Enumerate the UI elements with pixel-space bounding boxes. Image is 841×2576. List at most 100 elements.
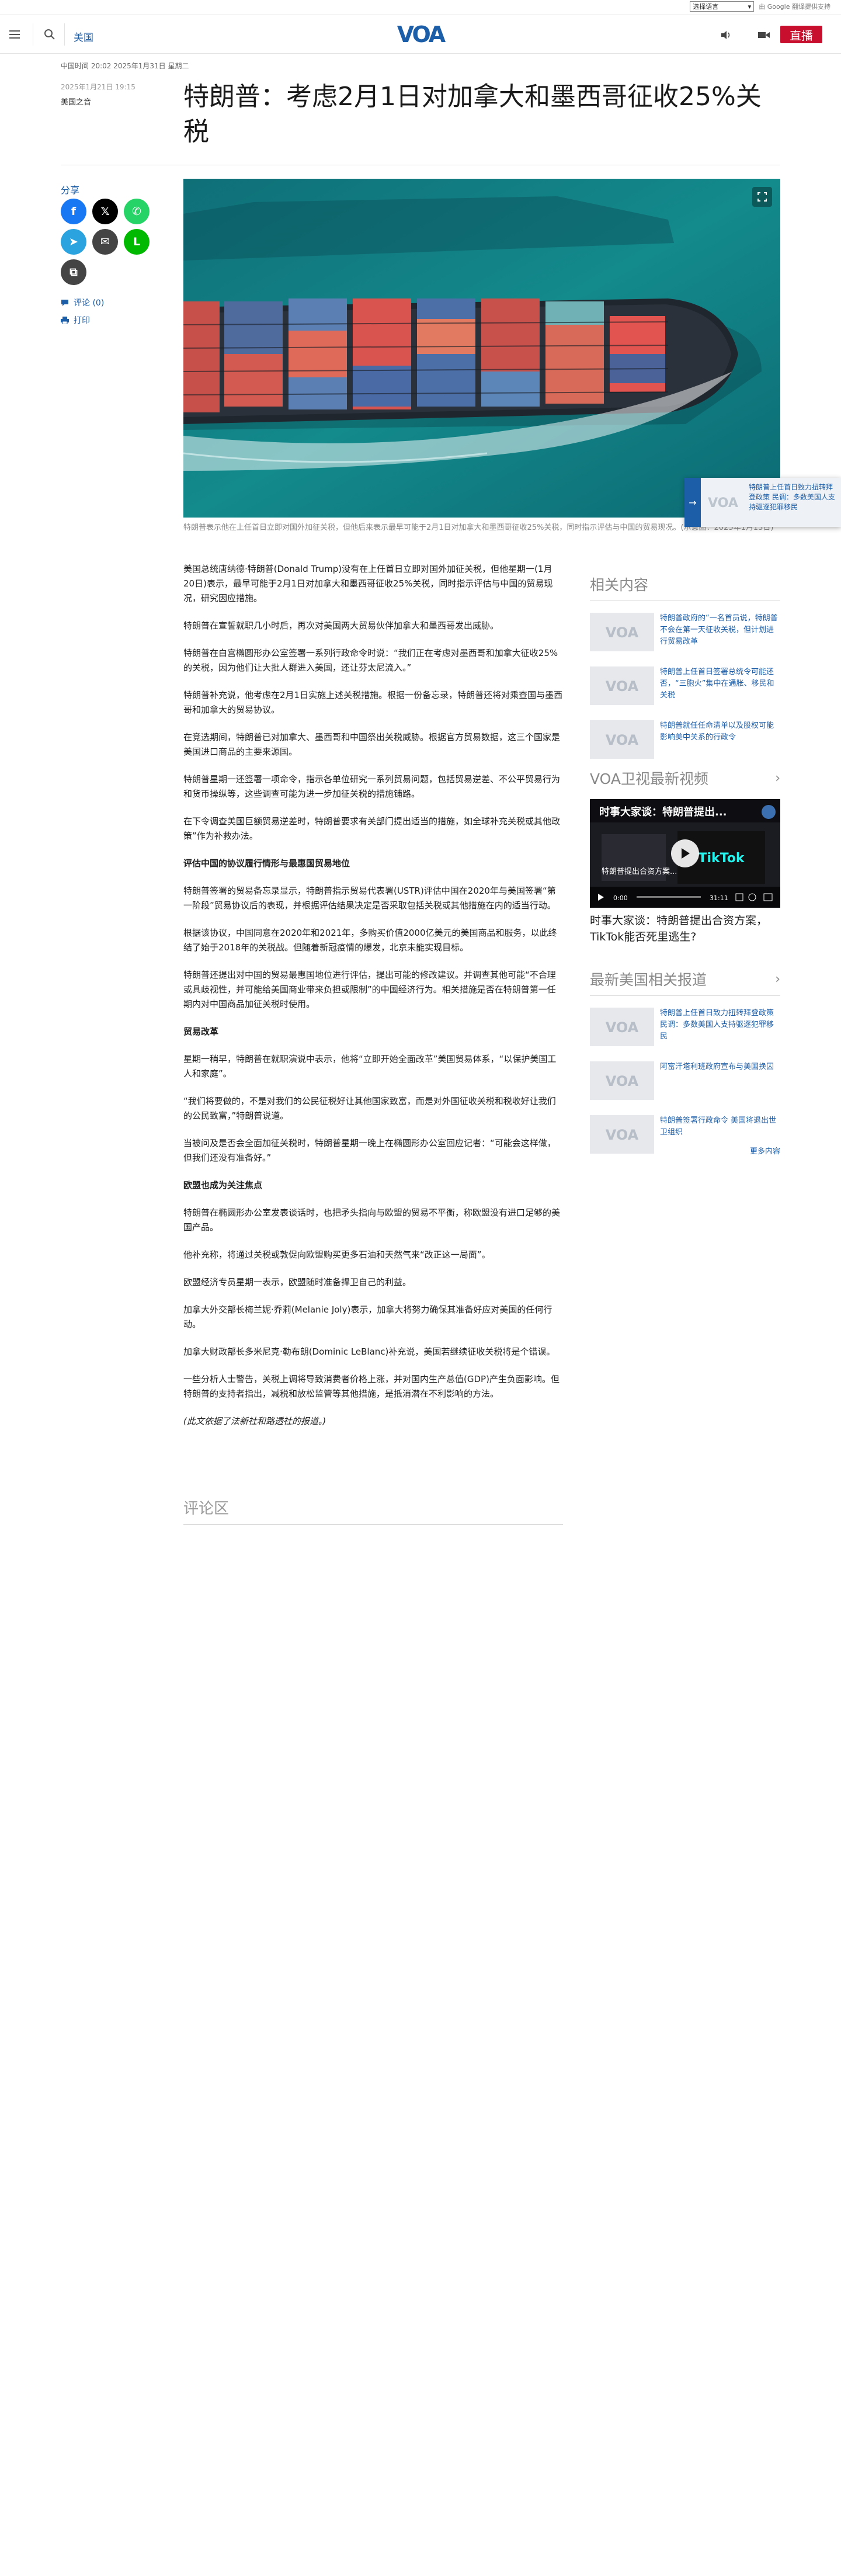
video-overlay-title: 时事大家谈：特朗普提出... [599,806,727,818]
telegram-share-button[interactable]: ➤ [61,229,86,255]
voa-thumbnail: VOA [590,666,654,705]
svg-text:VOA: VOA [606,678,639,695]
powered-by-google-translate: 由 Google 翻译提供支持 [759,3,830,11]
article-paragraph: 加拿大财政部长多米尼克·勒布朗(Dominic LeBlanc)补充说，美国若继… [183,1346,555,1357]
current-datetime: 中国时间 20:02 2025年1月31日 星期二 [61,62,189,70]
video-brand: TikTok [698,851,745,866]
language-area: 选择语言 ▾ 由 Google 翻译提供支持 [690,1,830,12]
related-item[interactable]: VOA 特朗普就任任命清单以及股权可能影响美中关系的行政令 [590,720,780,762]
floating-next-article-card[interactable]: → VOA 特朗普上任首日致力扭转拜登政策 民调：多数美国人支持驱逐犯罪移民 [684,478,841,527]
expand-image-button[interactable] [752,187,772,207]
article-author[interactable]: 美国之音 [61,96,91,107]
voa-thumbnail: VOA [590,720,654,759]
article-paragraph: 在下令调查美国巨额贸易逆差时，特朗普要求有关部门提出适当的措施，如全球补充关税或… [183,816,561,841]
related-item-title: 特朗普政府的“一名首员说，特朗普不会在第一天征收关税，但计划进行贸易改革 [660,614,778,646]
article-paragraph: 加拿大外交部长梅兰妮·乔莉(Melanie Joly)表示，加拿大将努力确保其准… [183,1304,552,1329]
related-item-title: 特朗普上任首日签署总统令可能还否，“三胞火”集中在通胀、移民和关税 [660,668,774,700]
print-link-label: 打印 [74,316,90,325]
svg-text:VOA: VOA [708,496,738,510]
live-button[interactable]: 直播 [780,26,822,43]
video-section-header[interactable]: VOA卫视最新视频 › [590,768,780,794]
article-paragraph: 特朗普签署的贸易备忘录显示，特朗普指示贸易代表署(USTR)评估中国在2020年… [183,886,556,911]
facebook-icon: f [71,205,77,218]
comments-link-label: 评论 (0) [74,298,105,308]
related-item[interactable]: VOA 特朗普政府的“一名首员说，特朗普不会在第一天征收关税，但计划进行贸易改革 [590,613,780,655]
voa-thumbnail: VOA [590,1008,654,1046]
latest-item[interactable]: VOA 特朗普上任首日致力扭转拜登政策 民调：多数美国人支持驱逐犯罪移民 [590,1008,780,1050]
whatsapp-share-button[interactable]: ✆ [124,199,150,224]
facebook-share-button[interactable]: f [61,199,86,224]
video-title[interactable]: 时事大家谈：特朗普提出合资方案，TikTok能否死里逃生? [590,912,780,945]
article-paragraph: 根据该协议，中国同意在2020年和2021年，多购买价值2000亿美元的美国商品… [183,928,557,953]
play-icon[interactable] [671,839,699,867]
article-date: 2025年1月21日 19:15 [61,83,135,91]
comments-heading: 评论区 [183,1497,563,1525]
article-paragraph: 特朗普在白宫椭圆形办公室签署一系列行政命令时说：“我们正在考虑对墨西哥和加拿大征… [183,648,558,673]
latest-item[interactable]: VOA 阿富汗塔利班政府宣布与美国换囚 [590,1061,780,1103]
top-utility-bar: 选择语言 ▾ 由 Google 翻译提供支持 [0,0,841,15]
search-icon[interactable] [43,28,56,41]
x-share-button[interactable]: 𝕏 [92,199,118,224]
article-paragraph: 他补充称，将通过关税或敦促向欧盟购买更多石油和天然气来“改正这一局面”。 [183,1249,491,1260]
voa-thumbnail: VOA [701,478,745,527]
line-share-button[interactable]: L [124,229,150,255]
logo-text: VOA [397,22,446,47]
menu-icon[interactable] [9,27,25,42]
article-paragraph: 特朗普在宣誓就职几小时后，再次对美国两大贸易伙伴加拿大和墨西哥发出威胁。 [183,620,499,631]
article-subheading: 欧盟也成为关注焦点 [183,1180,263,1190]
article-paragraph: 欧盟经济专员星期一表示，欧盟随时准备捍卫自己的利益。 [183,1277,412,1287]
print-link[interactable]: 打印 [61,314,90,326]
voa-logo[interactable]: VOA [390,21,451,47]
article-subheading: 评估中国的协议履行情形与最惠国贸易地位 [183,858,350,869]
related-heading: 相关内容 [590,574,780,601]
article-paragraph: 星期一稍早，特朗普在就职演说中表示，他将“立即开始全面改革”美国贸易体系，“以保… [183,1054,557,1079]
share-label: 分享 [61,185,80,196]
article-paragraph: 特朗普补充说，他考虑在2月1日实施上述关税措施。根据一份备忘录，特朗普还将对乘查… [183,690,563,715]
printer-icon [61,316,69,324]
email-share-button[interactable]: ✉ [92,229,118,255]
chevron-down-icon: ▾ [748,2,752,11]
svg-text:VOA: VOA [606,624,639,641]
related-heading-label: 相关内容 [590,577,649,593]
region-link[interactable]: 美国 [74,29,93,44]
latest-heading-label: 最新美国相关报道 [590,971,707,988]
floating-card-title: 特朗普上任首日致力扭转拜登政策 民调：多数美国人支持驱逐犯罪移民 [749,483,835,511]
svg-text:VOA: VOA [606,1073,639,1089]
whatsapp-icon: ✆ [132,205,141,218]
audio-icon[interactable] [720,29,734,41]
video-camera-icon[interactable] [757,29,771,41]
more-content-link[interactable]: 更多内容 [590,1145,780,1156]
related-item[interactable]: VOA 特朗普上任首日签署总统令可能还否，“三胞火”集中在通胀、移民和关税 [590,666,780,709]
svg-text:VOA: VOA [606,1127,639,1143]
voa-thumbnail: VOA [590,1061,654,1100]
article-paragraph: 特朗普在椭圆形办公室发表谈话时，也把矛头指向与欧盟的贸易不平衡，称欧盟没有进口足… [183,1207,561,1233]
latest-item-title: 特朗普上任首日致力扭转拜登政策 民调：多数美国人支持驱逐犯罪移民 [660,1009,774,1041]
language-select[interactable]: 选择语言 ▾ [690,1,755,12]
article-paragraph: 一些分析人士警告，关税上调将导致消费者价格上涨，并对国内生产总值(GDP)产生负… [183,1374,559,1399]
line-icon: L [133,235,141,248]
article-paragraph: 当被问及是否会全面加征关税时，特朗普星期一晚上在椭圆形办公室回应记者：“可能会这… [183,1138,556,1163]
svg-text:VOA: VOA [606,732,639,748]
article-paragraph: 美国总统唐纳德·特朗普(Donald Trump)没有在上任首日立即对国外加征关… [183,564,553,603]
latest-item-title: 阿富汗塔利班政府宣布与美国换囚 [660,1063,774,1071]
container-stacks [183,298,665,412]
voa-thumbnail: VOA [590,613,654,651]
language-select-label: 选择语言 [693,3,719,11]
comments-link[interactable]: 评论 (0) [61,297,104,308]
latest-heading[interactable]: 最新美国相关报道 › [590,968,780,996]
related-content-section: 相关内容 VOA 特朗普政府的“一名首员说，特朗普不会在第一天征收关税，但计划进… [590,574,780,762]
article-subheading: 贸易改革 [183,1026,219,1037]
related-item-title: 特朗普就任任命清单以及股权可能影响美中关系的行政令 [660,721,774,742]
article-paragraph: 特朗普还提出对中国的贸易最惠国地位进行评估，提出可能的修改建议。并调查其他可能“… [183,970,556,1009]
article-paragraph: 特朗普星期一还签署一项命令，指示各单位研究一系列贸易问题，包括贸易逆差、不公平贸… [183,774,561,799]
header-divider [64,23,65,46]
video-time-total: 31:11 [710,894,728,902]
copy-link-button[interactable]: ⧉ [61,259,86,285]
x-icon: 𝕏 [100,205,110,218]
video-overlay-caption: 特朗普提出合资方案... [602,867,677,876]
article-title: 特朗普：考虑2月1日对加拿大和墨西哥征收25%关税 [183,82,762,147]
video-player[interactable]: 时事大家谈：特朗普提出... TikTok 特朗普提出合资方案... 0:00 … [590,799,780,908]
article-source-note: (此文依据了法新社和路透社的报道。) [183,1416,326,1426]
svg-text:VOA: VOA [606,1019,639,1036]
telegram-icon: ➤ [69,235,78,248]
